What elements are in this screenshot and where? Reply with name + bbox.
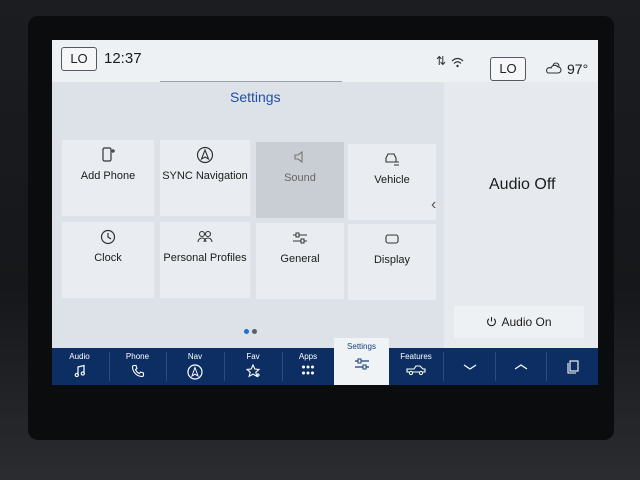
dock-label: Phone (125, 352, 150, 361)
clock-icon (100, 229, 116, 245)
tile-label: Vehicle (374, 174, 410, 186)
navigation-icon (196, 146, 214, 164)
dock-apps[interactable]: Apps (283, 348, 333, 385)
dock-label: Nav (187, 352, 203, 361)
right-climate-badge[interactable]: LO (490, 57, 526, 81)
sliders-icon (293, 232, 307, 244)
dock-phone[interactable]: Phone (110, 348, 165, 385)
dock-features[interactable]: Features (390, 348, 442, 385)
tile-label: SYNC Navigation (162, 170, 248, 182)
dock-fav[interactable]: Fav (225, 348, 281, 385)
dock-chevron-down[interactable] (444, 348, 495, 385)
tile-vehicle[interactable]: Vehicle (348, 144, 436, 220)
collapse-panel-chevron-icon[interactable]: ‹ (431, 196, 436, 214)
profiles-icon (197, 230, 213, 243)
page-dot-active (244, 329, 249, 334)
dock-label: Audio (69, 352, 90, 361)
outside-temperature: 97° (567, 61, 589, 77)
phone-icon (131, 364, 144, 378)
audio-status: Audio Off (489, 176, 556, 193)
audio-on-button[interactable]: Audio On (454, 306, 584, 338)
tile-label: Add Phone (80, 170, 136, 182)
tile-label: Clock (94, 252, 122, 264)
settings-sliders-icon (354, 358, 369, 370)
tile-label: Display (373, 254, 411, 266)
infotainment-screen: LO 12:37 ⇅ LO 97° Settings Add Phone SYN… (52, 40, 598, 385)
tile-sync-navigation[interactable]: SYNC Navigation (160, 140, 250, 216)
tile-personal-profiles[interactable]: Personal Profiles (160, 222, 250, 298)
tile-label: Sound (284, 172, 316, 184)
page-title: Settings (230, 89, 281, 105)
vehicle-settings-icon (385, 153, 399, 166)
chevron-up-icon (514, 364, 528, 370)
title-divider (160, 81, 342, 82)
tile-label: General (280, 253, 320, 265)
tile-clock[interactable]: Clock (62, 222, 154, 298)
bottom-dock: Audio Phone Nav Fav Apps Settings Featur… (52, 338, 598, 385)
partly-cloudy-icon (545, 61, 563, 80)
dock-nav[interactable]: Nav (167, 348, 223, 385)
wifi-icon (451, 55, 464, 73)
page-dot[interactable] (252, 329, 257, 334)
tile-general[interactable]: General (256, 223, 344, 299)
nav-icon (187, 364, 203, 380)
tile-sound[interactable]: Sound (256, 142, 344, 218)
truck-icon (406, 365, 426, 376)
split-screen-icon (566, 360, 579, 374)
chevron-down-icon (463, 364, 476, 370)
dock-label: Apps (298, 352, 318, 361)
tile-add-phone[interactable]: Add Phone (62, 140, 154, 216)
dock-split-screen[interactable] (547, 348, 598, 385)
power-icon (487, 316, 497, 327)
dock-label: Settings (347, 342, 376, 351)
dock-label: Fav (246, 352, 260, 361)
speaker-icon (294, 150, 303, 164)
left-climate-badge[interactable]: LO (61, 47, 97, 71)
tile-display[interactable]: Display (348, 224, 436, 300)
apps-grid-icon (302, 365, 314, 375)
status-bar: LO 12:37 ⇅ LO 97° (52, 40, 598, 82)
data-transfer-icon: ⇅ (436, 54, 447, 68)
audio-on-label: Audio On (501, 315, 552, 329)
dock-settings[interactable]: Settings (334, 338, 389, 385)
star-icon (245, 364, 260, 378)
tile-label: Personal Profiles (163, 252, 247, 264)
dock-audio[interactable]: Audio (52, 348, 107, 385)
dock-chevron-up[interactable] (496, 348, 546, 385)
clock-time: 12:37 (104, 50, 142, 67)
music-note-icon (74, 364, 85, 378)
display-icon (385, 234, 399, 244)
phone-add-icon (102, 147, 115, 162)
page-indicator (244, 321, 260, 339)
dock-label: Features (400, 352, 432, 361)
